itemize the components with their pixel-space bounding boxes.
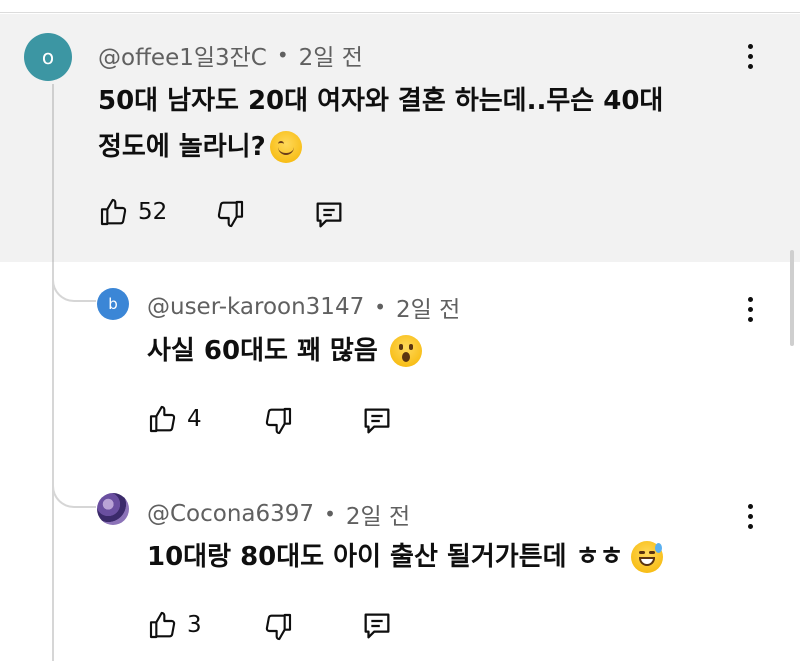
comment-text-line: 50대 남자도 20대 여자와 결혼 하는데..무슨 40대 (98, 86, 664, 116)
more-options-button[interactable] (748, 504, 754, 529)
avatar-letter: b (108, 295, 118, 313)
avatar[interactable] (97, 493, 129, 525)
author-name[interactable]: @offee1일3잔C (98, 38, 267, 72)
comment-text-line: 정도에 놀라니? (98, 132, 266, 162)
like-count: 52 (138, 199, 168, 225)
comment-text-line: 사실 60대도 꽤 많음 (147, 336, 378, 366)
comment-text: 10대랑 80대도 아이 출산 될거가튼데 ㅎㅎ (147, 534, 664, 580)
like-button[interactable]: 4 (147, 403, 202, 435)
author-name[interactable]: @Cocona6397 (147, 501, 314, 527)
like-button[interactable]: 52 (98, 196, 167, 228)
thumbs-down-icon (214, 198, 246, 230)
timestamp[interactable]: 2일 전 (396, 290, 460, 324)
separator-dot: • (374, 295, 387, 319)
thread-line (52, 262, 54, 661)
comment-icon (312, 198, 346, 232)
dislike-button[interactable] (262, 405, 294, 437)
thumbs-up-icon (147, 403, 179, 435)
more-options-button[interactable] (748, 297, 754, 322)
comment-text: 사실 60대도 꽤 많음 (147, 328, 422, 374)
comment-icon (360, 609, 394, 643)
separator-dot: • (324, 502, 336, 526)
like-count: 4 (187, 406, 202, 432)
top-divider (0, 0, 800, 13)
surprised-face-icon (389, 335, 422, 367)
like-button[interactable]: 3 (147, 609, 202, 641)
avatar[interactable]: o (24, 33, 72, 81)
dislike-button[interactable] (262, 611, 294, 643)
reply-button[interactable] (312, 198, 346, 232)
timestamp[interactable]: 2일 전 (299, 38, 363, 72)
scrollbar[interactable] (790, 250, 794, 346)
thread-branch (52, 482, 96, 508)
smiling-face-icon (269, 131, 302, 163)
sweat-smile-face-icon (631, 541, 664, 573)
comment-text: 50대 남자도 20대 여자와 결혼 하는데..무슨 40대 정도에 놀라니? (98, 78, 663, 170)
avatar[interactable]: b (97, 288, 129, 320)
like-count: 3 (187, 612, 202, 638)
comment-meta: @offee1일3잔C • 2일 전 (98, 38, 363, 72)
comment-meta: @Cocona6397 • 2일 전 (147, 497, 410, 531)
thumbs-down-icon (262, 611, 294, 643)
timestamp[interactable]: 2일 전 (346, 497, 410, 531)
avatar-letter: o (41, 45, 55, 69)
more-options-button[interactable] (748, 44, 754, 69)
comment-text-line: 10대랑 80대도 아이 출산 될거가튼데 ㅎㅎ (147, 542, 624, 572)
thumbs-up-icon (98, 196, 130, 228)
dislike-button[interactable] (214, 198, 246, 230)
separator-dot: • (276, 43, 289, 67)
reply-button[interactable] (360, 404, 394, 438)
author-name[interactable]: @user-karoon3147 (147, 294, 364, 320)
thread-branch (52, 276, 96, 302)
comment-meta: @user-karoon3147 • 2일 전 (147, 290, 460, 324)
thumbs-up-icon (147, 609, 179, 641)
reply-button[interactable] (360, 609, 394, 643)
thread-line (52, 84, 54, 262)
comment-icon (360, 404, 394, 438)
thumbs-down-icon (262, 405, 294, 437)
